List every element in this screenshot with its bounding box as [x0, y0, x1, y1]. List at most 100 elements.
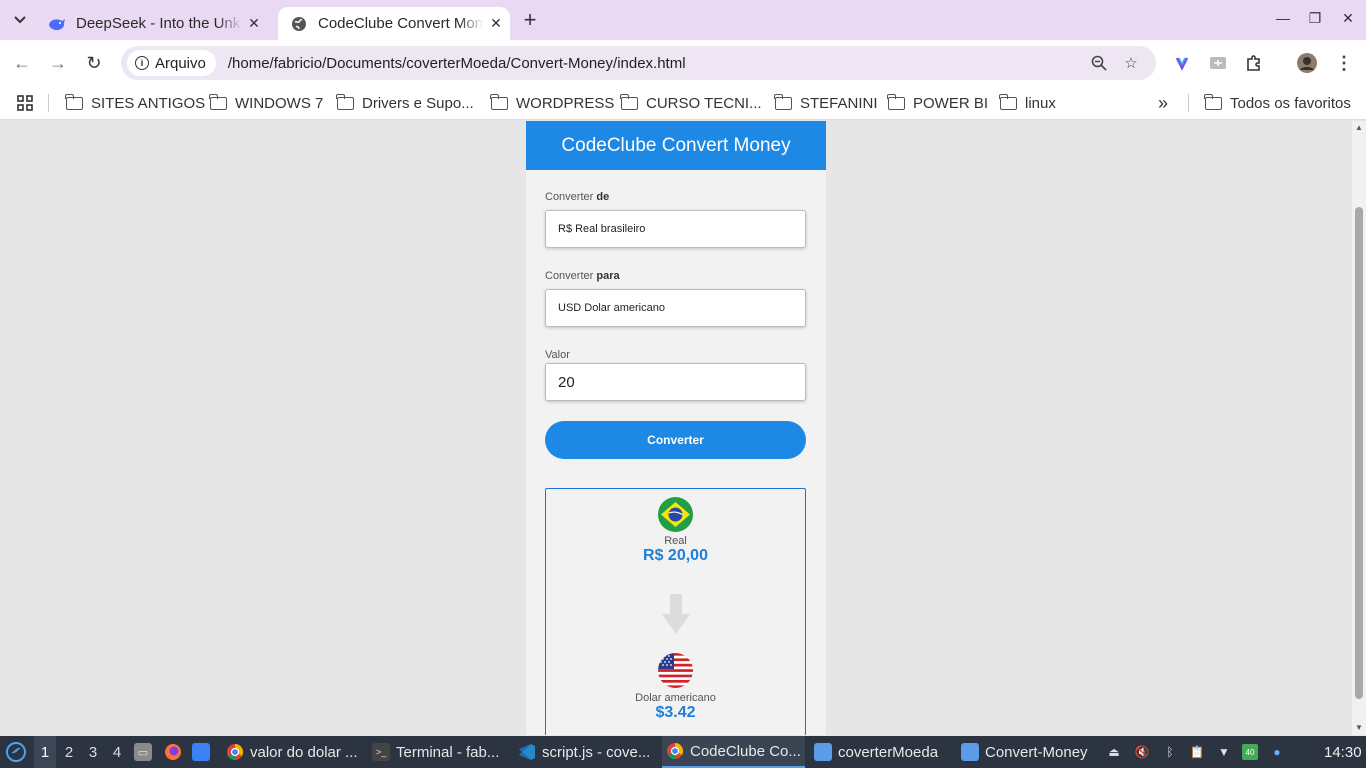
to-currency-select[interactable]: USD Dolar americano — [545, 289, 806, 327]
scroll-up-icon[interactable]: ▲ — [1354, 123, 1364, 132]
bookmark-folder[interactable]: STEFANINI — [774, 92, 878, 114]
from-currency-value: R$ 20,00 — [643, 547, 708, 564]
address-bar[interactable]: i Arquivo /home/fabricio/Documents/cover… — [121, 46, 1156, 80]
browser-toolbar: ← → ↻ i Arquivo /home/fabricio/Documents… — [0, 40, 1366, 86]
info-icon: i — [135, 56, 149, 70]
app-title: CodeClube Convert Money — [526, 121, 826, 170]
site-info-label: Arquivo — [155, 54, 206, 72]
folder-icon — [490, 93, 508, 110]
to-currency-name: Dolar americano — [635, 692, 716, 704]
taskbar-window-label: CodeClube Co... — [690, 742, 801, 760]
from-currency-select[interactable]: R$ Real brasileiro — [545, 210, 806, 248]
arrow-down-icon — [662, 594, 690, 634]
tab-deepseek[interactable]: DeepSeek - Into the Unknown ✕ — [36, 7, 272, 40]
bookmark-folder[interactable]: Drivers e Supo... — [336, 92, 474, 114]
to-currency-value: $3.42 — [655, 704, 696, 721]
taskbar-window-folder[interactable]: coverterMoeda — [814, 736, 938, 768]
taskbar-window-label: Convert-Money — [985, 743, 1088, 761]
scrollbar-thumb[interactable] — [1355, 207, 1363, 699]
zoom-icon[interactable] — [1090, 54, 1108, 72]
extension-icon[interactable] — [1171, 52, 1193, 74]
brazil-flag-icon — [658, 497, 693, 532]
scroll-down-icon[interactable]: ▼ — [1354, 723, 1364, 732]
close-tab-icon[interactable]: ✕ — [244, 14, 264, 34]
bookmark-folder[interactable]: WINDOWS 7 — [209, 92, 324, 114]
taskbar-window-terminal[interactable]: >_ Terminal - fab... — [372, 736, 499, 768]
forward-icon[interactable]: → — [47, 52, 69, 74]
tab-codeclube[interactable]: CodeClube Convert Money ✕ — [278, 7, 510, 40]
workspace-2[interactable]: 2 — [58, 736, 80, 768]
wifi-icon[interactable]: ▼ — [1216, 744, 1232, 760]
bookmark-label: Todos os favoritos — [1230, 94, 1351, 112]
url-text[interactable]: /home/fabricio/Documents/coverterMoeda/C… — [228, 55, 686, 72]
new-tab-icon[interactable]: + — [518, 7, 542, 32]
page-viewport: CodeClube Convert Money Converter de R$ … — [0, 121, 1352, 735]
chrome-icon — [226, 743, 244, 761]
close-window-icon[interactable]: ✕ — [1338, 10, 1358, 27]
bookmark-label: Drivers e Supo... — [362, 94, 474, 112]
extensions-puzzle-icon[interactable] — [1243, 52, 1265, 74]
converter-card: CodeClube Convert Money Converter de R$ … — [526, 121, 826, 735]
clock[interactable]: 14:30 — [1324, 736, 1362, 768]
restore-icon[interactable]: ❐ — [1305, 10, 1325, 27]
site-info-chip[interactable]: i Arquivo — [127, 50, 216, 76]
bookmarks-overflow-icon[interactable]: » — [1158, 92, 1168, 114]
result-box: Real R$ 20,00 Dolar americano $3.42 — [545, 488, 806, 735]
bookmarks-bar: SITES ANTIGOS WINDOWS 7 Drivers e Supo..… — [0, 86, 1366, 120]
vertical-scrollbar[interactable]: ▲ ▼ — [1352, 121, 1366, 735]
workspace-1[interactable]: 1 — [34, 736, 56, 768]
notification-icon[interactable]: ● — [1269, 744, 1285, 760]
volume-muted-icon[interactable]: 🔇 — [1134, 744, 1150, 760]
chrome-icon — [666, 742, 684, 760]
convert-button[interactable]: Converter — [545, 421, 806, 459]
bookmark-folder[interactable]: SITES ANTIGOS — [65, 92, 206, 114]
menu-kebab-icon[interactable]: ⋮ — [1333, 52, 1355, 74]
workspace-4[interactable]: 4 — [106, 736, 128, 768]
bookmark-label: CURSO TECNI... — [646, 94, 762, 112]
taskbar-window-label: script.js - cove... — [542, 743, 651, 761]
folder-icon — [961, 743, 979, 761]
desktop-launcher-icon[interactable] — [192, 736, 216, 768]
bookmark-folder[interactable]: CURSO TECNI... — [620, 92, 762, 114]
eject-icon[interactable]: ⏏ — [1106, 744, 1122, 760]
tab-title: CodeClube Convert Money — [318, 15, 484, 32]
bookmark-label: SITES ANTIGOS — [91, 94, 206, 112]
translate-extension-icon[interactable] — [1207, 52, 1229, 74]
bookmark-folder[interactable]: POWER BI — [887, 92, 988, 114]
to-label: Converter para — [545, 270, 620, 282]
globe-icon — [290, 15, 308, 33]
battery-icon[interactable]: 40 — [1242, 744, 1258, 760]
taskbar-window-folder[interactable]: Convert-Money — [961, 736, 1088, 768]
profile-avatar[interactable] — [1296, 52, 1318, 74]
bookmark-folder[interactable]: WORDPRESS — [490, 92, 615, 114]
firefox-launcher-icon[interactable] — [164, 736, 188, 768]
reload-icon[interactable]: ↻ — [83, 52, 105, 74]
taskbar-window-chrome-active[interactable]: CodeClube Co... — [662, 736, 805, 768]
amount-input[interactable]: 20 — [545, 363, 806, 401]
workspace-3[interactable]: 3 — [82, 736, 104, 768]
back-icon[interactable]: ← — [11, 52, 33, 74]
folder-icon — [774, 93, 792, 110]
tab-search-chevron-icon[interactable] — [6, 6, 34, 34]
usa-flag-icon — [658, 653, 693, 688]
start-menu-icon[interactable] — [5, 736, 27, 768]
bookmark-folder[interactable]: linux — [999, 92, 1056, 114]
close-tab-icon[interactable]: ✕ — [486, 14, 506, 34]
folder-icon — [1204, 93, 1222, 110]
taskbar-window-chrome[interactable]: valor do dolar ... — [226, 736, 358, 768]
minimize-icon[interactable]: — — [1273, 10, 1293, 26]
folder-icon — [209, 93, 227, 110]
bookmark-label: WORDPRESS — [516, 94, 615, 112]
bookmark-label: WINDOWS 7 — [235, 94, 324, 112]
all-bookmarks-folder[interactable]: Todos os favoritos — [1204, 92, 1351, 114]
tab-strip: DeepSeek - Into the Unknown ✕ CodeClube … — [0, 0, 1366, 40]
file-manager-launcher-icon[interactable]: ▭ — [134, 736, 158, 768]
bookmark-label: linux — [1025, 94, 1056, 112]
clipboard-icon[interactable]: 📋 — [1189, 744, 1205, 760]
apps-grid-icon[interactable] — [17, 92, 33, 114]
bookmark-star-icon[interactable]: ☆ — [1122, 54, 1140, 72]
tab-title: DeepSeek - Into the Unknown — [76, 15, 242, 32]
taskbar-window-vscode[interactable]: script.js - cove... — [518, 736, 650, 768]
bluetooth-icon[interactable]: ᛒ — [1162, 744, 1178, 760]
from-label: Converter de — [545, 191, 610, 203]
